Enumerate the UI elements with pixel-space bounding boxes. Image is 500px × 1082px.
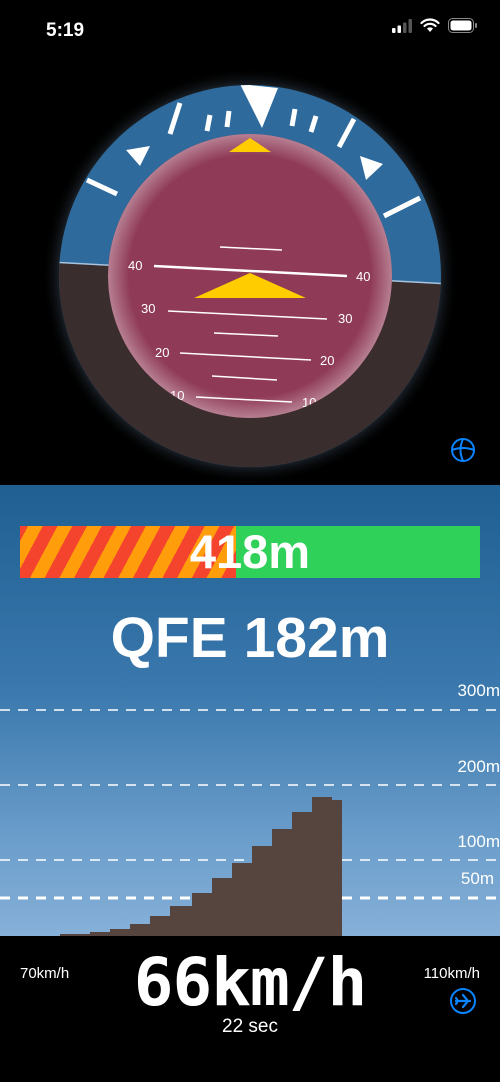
terrain-profile: [60, 797, 342, 936]
pitch-label-left: 30: [141, 301, 155, 316]
agl-bar: 418m: [20, 526, 480, 578]
battery-icon: [448, 18, 477, 33]
attitude-indicator-graphic: 40 40 30 30 20 20 10 10: [42, 68, 458, 484]
status-bar: 5:19: [0, 0, 500, 60]
bank-tick-minor: [204, 114, 213, 132]
reference-label-200m: 200m: [457, 757, 500, 776]
altitude-panel: 300m 200m 100m 50m 418m QFE 182m: [0, 485, 500, 936]
pitch-label-right: 20: [320, 353, 334, 368]
status-icons: [392, 18, 478, 33]
speed-duration: 22 sec: [222, 1016, 278, 1037]
pitch-label-left: 40: [128, 258, 142, 273]
status-time: 5:19: [46, 20, 85, 41]
cellular-signal-icon: [392, 18, 412, 33]
globe-icon: [451, 438, 475, 462]
reference-label-300m: 300m: [457, 681, 500, 700]
speed-max-label: 110km/h: [423, 965, 480, 982]
speed-bar: 70km/h 66km/h 110km/h 22 sec: [0, 936, 500, 1082]
reference-label-50m: 50m: [460, 869, 494, 888]
reference-label-100m: 100m: [457, 832, 500, 851]
qfe-altitude: QFE 182m: [110, 606, 390, 670]
wifi-icon: [420, 18, 440, 32]
bank-tick-minor: [224, 110, 232, 128]
plane-button[interactable]: [448, 986, 478, 1016]
pitch-label-right: 40: [356, 269, 370, 284]
attitude-indicator: 40 40 30 30 20 20 10 10: [0, 60, 500, 485]
agl-value: 418m: [189, 526, 311, 578]
bank-tick-minor: [289, 108, 298, 127]
airplane-icon: [450, 988, 476, 1014]
globe-button[interactable]: [448, 435, 478, 465]
speed-value: 66km/h: [133, 944, 367, 1021]
pitch-label-right: 30: [338, 311, 352, 326]
pitch-label-left: 20: [155, 345, 169, 360]
